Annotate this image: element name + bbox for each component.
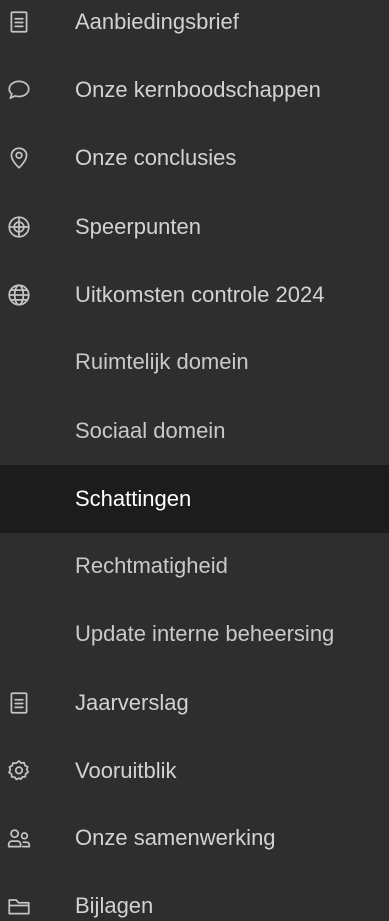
crosshair-icon <box>5 213 33 241</box>
nav-subitem-rechtmatigheid[interactable]: Rechtmatigheid <box>0 532 389 600</box>
nav-item-label: Rechtmatigheid <box>75 553 228 578</box>
people-icon <box>5 824 33 852</box>
sidebar-navigation: Aanbiedingsbrief Onze kernboodschappen O… <box>0 0 389 921</box>
nav-item-uitkomsten-controle-2024[interactable]: Uitkomsten controle 2024 <box>0 261 389 329</box>
nav-subitem-update-interne-beheersing[interactable]: Update interne beheersing <box>0 600 389 668</box>
nav-item-onze-samenwerking[interactable]: Onze samenwerking <box>0 804 389 872</box>
nav-item-speerpunten[interactable]: Speerpunten <box>0 193 389 261</box>
nav-item-label: Onze samenwerking <box>75 825 276 850</box>
nav-item-label: Sociaal domein <box>75 418 226 443</box>
gear-icon <box>5 757 33 785</box>
nav-item-label: Speerpunten <box>75 214 201 239</box>
nav-item-label: Bijlagen <box>75 893 154 918</box>
nav-item-onze-kernboodschappen[interactable]: Onze kernboodschappen <box>0 56 389 124</box>
folder-icon <box>5 892 33 920</box>
nav-item-bijlagen[interactable]: Bijlagen <box>0 872 389 921</box>
nav-item-jaarverslag[interactable]: Jaarverslag <box>0 669 389 737</box>
nav-item-label: Jaarverslag <box>75 690 189 715</box>
nav-item-onze-conclusies[interactable]: Onze conclusies <box>0 124 389 192</box>
globe-icon <box>5 281 33 309</box>
nav-subitem-sociaal-domein[interactable]: Sociaal domein <box>0 397 389 465</box>
location-pin-icon <box>5 144 33 172</box>
nav-item-label: Ruimtelijk domein <box>75 349 249 374</box>
nav-item-label: Uitkomsten controle 2024 <box>75 282 325 307</box>
nav-item-label: Vooruitblik <box>75 758 177 783</box>
document-icon <box>5 689 33 717</box>
nav-subitem-ruimtelijk-domein[interactable]: Ruimtelijk domein <box>0 328 389 396</box>
document-icon <box>5 8 33 36</box>
nav-item-label: Update interne beheersing <box>75 621 335 646</box>
speech-bubble-icon <box>5 76 33 104</box>
nav-item-label: Onze kernboodschappen <box>75 77 321 102</box>
nav-subitem-schattingen[interactable]: Schattingen <box>0 465 389 533</box>
nav-item-label: Aanbiedingsbrief <box>75 9 239 34</box>
nav-item-vooruitblik[interactable]: Vooruitblik <box>0 737 389 805</box>
nav-item-label: Schattingen <box>75 486 192 511</box>
nav-item-label: Onze conclusies <box>75 145 237 170</box>
nav-item-aanbiedingsbrief[interactable]: Aanbiedingsbrief <box>0 0 389 56</box>
